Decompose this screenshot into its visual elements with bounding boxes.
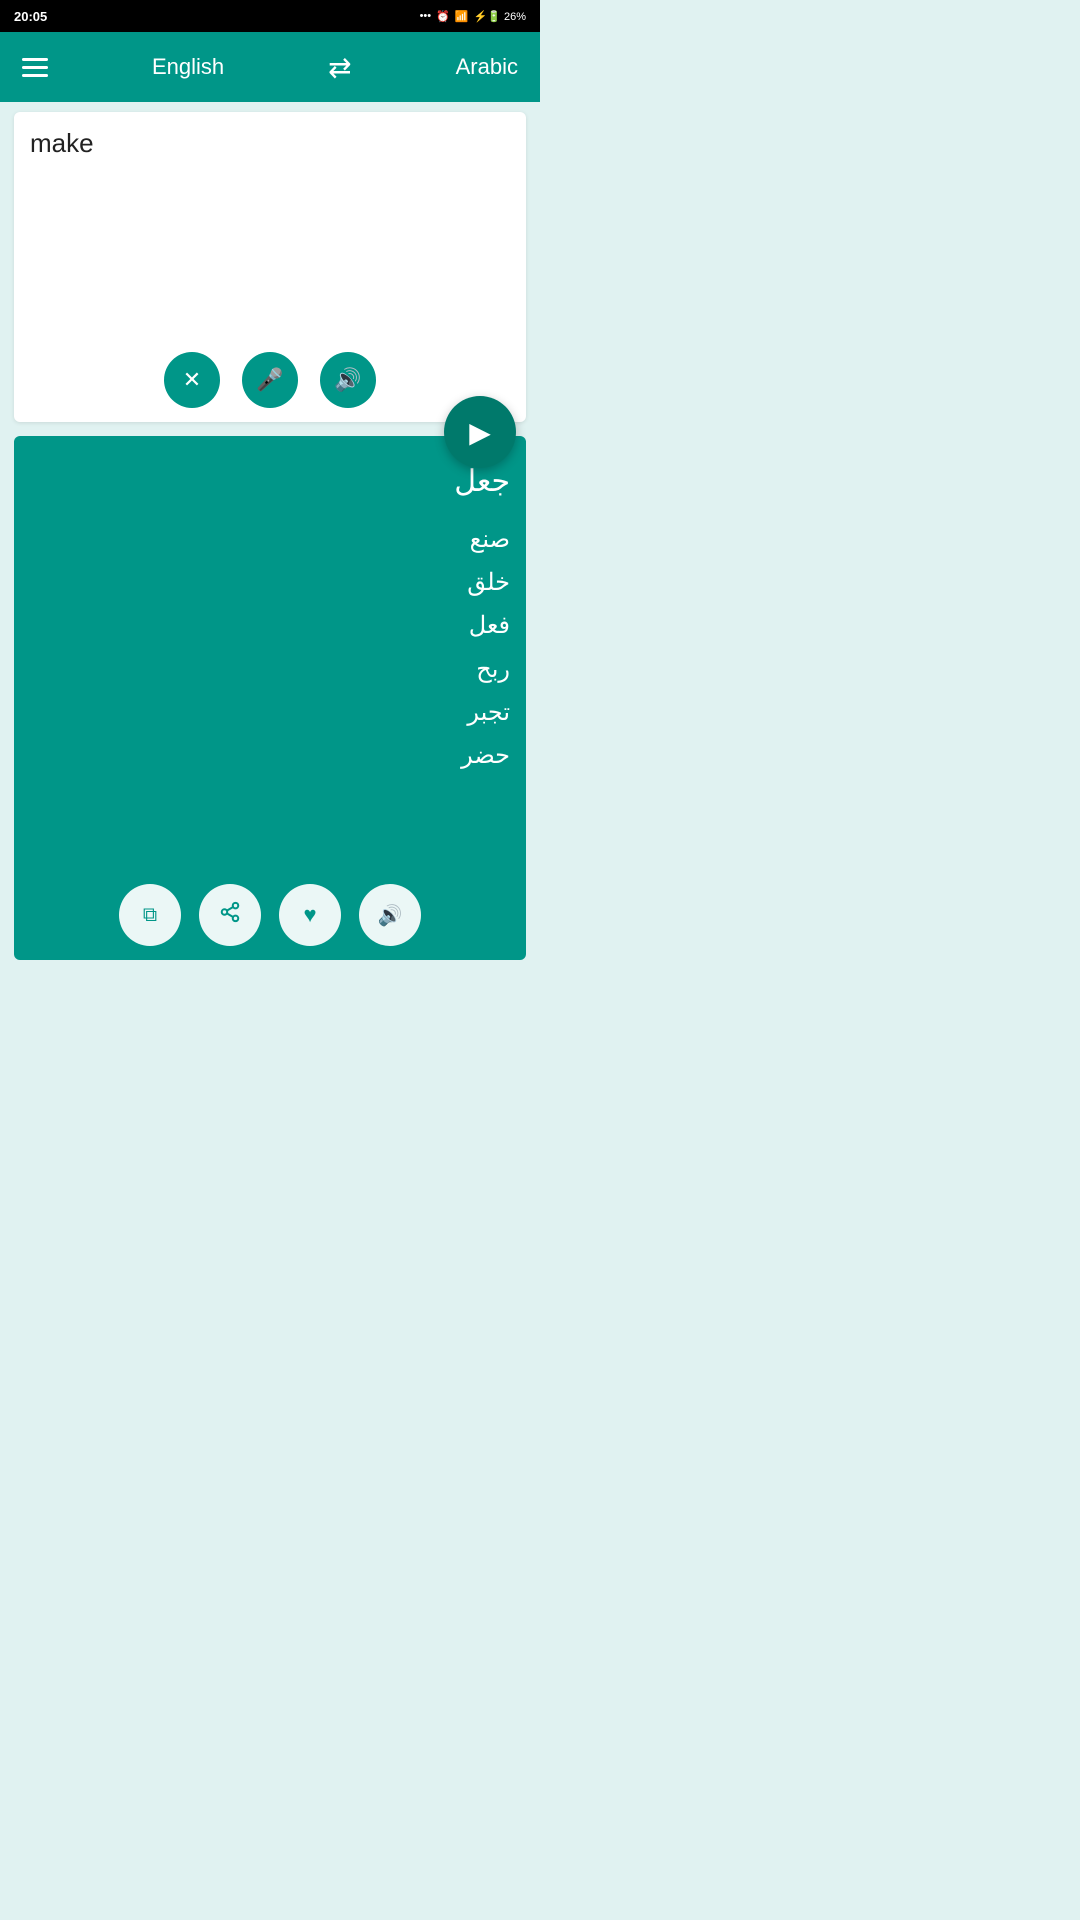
speak-translation-button[interactable]: 🔊 (359, 884, 421, 946)
share-icon (219, 901, 241, 929)
mic-button[interactable]: 🎤 (242, 352, 298, 408)
menu-line-3 (22, 74, 48, 77)
translated-text: جعل صنع خلق فعل ربح تجبر حضر (30, 458, 510, 777)
speaker-source-icon: 🔊 (334, 367, 361, 393)
translation-word-5: تجبر (467, 699, 510, 726)
status-dots: ••• (420, 10, 432, 22)
translate-button[interactable]: ▶ (444, 396, 516, 468)
input-buttons-row: ✕ 🎤 🔊 (164, 352, 376, 408)
translation-line-1: جعل (30, 458, 510, 506)
translation-word-2: خلق (467, 569, 510, 596)
translate-arrow-icon: ▶ (469, 416, 491, 449)
swap-icon: ⇄ (328, 51, 351, 84)
source-language-label[interactable]: English (152, 54, 224, 80)
battery-icon: ⚡🔋 26% (474, 10, 526, 23)
favorite-button[interactable]: ♥ (279, 884, 341, 946)
translation-line-2: صنع خلق فعل ربح تجبر حضر (30, 518, 510, 777)
target-language-label[interactable]: Arabic (456, 54, 518, 80)
copy-icon: ⧉ (143, 904, 157, 927)
speak-source-button[interactable]: 🔊 (320, 352, 376, 408)
status-time: 20:05 (14, 9, 47, 24)
menu-line-1 (22, 58, 48, 61)
output-area: جعل صنع خلق فعل ربح تجبر حضر ⧉ (14, 436, 526, 960)
translation-word-3: فعل (469, 612, 510, 639)
copy-button[interactable]: ⧉ (119, 884, 181, 946)
swap-languages-button[interactable]: ⇄ (328, 51, 351, 84)
status-bar: 20:05 ••• ⏰ 📶 ⚡🔋 26% (0, 0, 540, 32)
menu-button[interactable] (22, 58, 48, 77)
clear-button[interactable]: ✕ (164, 352, 220, 408)
heart-icon: ♥ (303, 902, 316, 928)
translation-word-1: صنع (470, 526, 510, 553)
source-text-input[interactable]: make (30, 128, 510, 348)
sim-icon: 📶 (455, 10, 469, 23)
input-area: make ✕ 🎤 🔊 (14, 112, 526, 422)
mic-icon: 🎤 (256, 367, 283, 393)
menu-line-2 (22, 66, 48, 69)
translation-word-6: حضر (461, 742, 510, 769)
translation-word-4: ربح (476, 656, 510, 683)
clear-icon: ✕ (183, 367, 201, 393)
speaker-translation-icon: 🔊 (378, 903, 403, 928)
main-content: make ✕ 🎤 🔊 ▶ جعل صنع خلق فعل ربح (0, 102, 540, 960)
status-icons: ••• ⏰ 📶 ⚡🔋 26% (420, 10, 526, 23)
share-button[interactable] (199, 884, 261, 946)
alarm-icon: ⏰ (436, 10, 450, 23)
output-buttons-row: ⧉ ♥ 🔊 (119, 884, 421, 946)
top-bar: English ⇄ Arabic (0, 32, 540, 102)
